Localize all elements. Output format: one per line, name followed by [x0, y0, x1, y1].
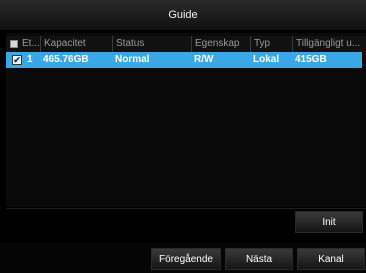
- row-capacity: 465.76GB: [43, 54, 89, 65]
- previous-button[interactable]: Föregående: [151, 248, 221, 270]
- divider: [6, 208, 366, 209]
- select-all-checkbox[interactable]: [10, 40, 18, 48]
- init-button[interactable]: Init: [295, 211, 363, 233]
- window-title: Guide: [0, 0, 366, 30]
- row-status: Normal: [115, 54, 150, 65]
- col-capacity[interactable]: Kapacitet: [40, 36, 111, 52]
- table-row[interactable]: ✔ 1 465.76GB Normal R/W Lokal 415GB: [6, 52, 362, 68]
- col-status[interactable]: Status: [112, 36, 190, 52]
- row-checkbox[interactable]: ✔: [12, 55, 22, 65]
- col-type[interactable]: Typ: [250, 36, 291, 52]
- table-header: Et... Kapacitet Status Egenskap Typ Till…: [6, 36, 366, 52]
- row-property: R/W: [194, 54, 214, 65]
- disk-table: Et... Kapacitet Status Egenskap Typ Till…: [6, 33, 366, 207]
- row-index: 1: [27, 54, 33, 65]
- channel-button[interactable]: Kanal: [297, 248, 365, 270]
- guide-window: Guide Et... Kapacitet Status Egenskap Ty…: [0, 0, 366, 273]
- col-available[interactable]: Tillgängligt u...: [292, 36, 362, 52]
- col-property[interactable]: Egenskap: [191, 36, 249, 52]
- row-available: 415GB: [295, 54, 327, 65]
- next-button[interactable]: Nästa: [225, 248, 293, 270]
- row-type: Lokal: [253, 54, 280, 65]
- col-index[interactable]: Et...: [19, 36, 39, 52]
